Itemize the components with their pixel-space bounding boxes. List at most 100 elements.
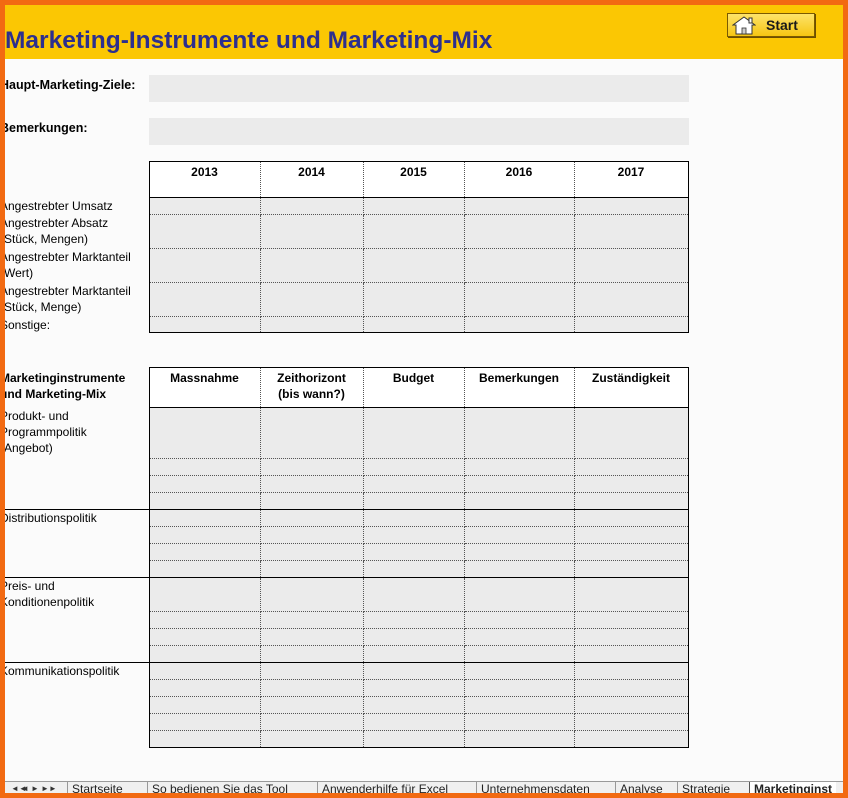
instrument-input-cell[interactable] xyxy=(362,713,465,731)
instrument-input-cell[interactable] xyxy=(148,577,261,612)
sheet-nav-arrow-4[interactable]: ►► xyxy=(41,784,57,793)
sheet-nav-arrow-3[interactable]: ► xyxy=(31,784,39,793)
instrument-input-cell[interactable] xyxy=(463,628,575,646)
target-input-cell[interactable] xyxy=(362,248,465,283)
instrument-input-cell[interactable] xyxy=(148,611,261,629)
instrument-input-cell[interactable] xyxy=(573,509,689,527)
instrument-input-cell[interactable] xyxy=(463,713,575,731)
instrument-input-cell[interactable] xyxy=(573,458,689,476)
instrument-input-cell[interactable] xyxy=(463,662,575,680)
instrument-input-cell[interactable] xyxy=(362,492,465,510)
target-input-cell[interactable] xyxy=(463,214,575,249)
instrument-input-cell[interactable] xyxy=(573,560,689,578)
target-input-cell[interactable] xyxy=(362,197,465,215)
instrument-input-cell[interactable] xyxy=(573,492,689,510)
instrument-input-cell[interactable] xyxy=(573,662,689,680)
instrument-input-cell[interactable] xyxy=(463,543,575,561)
instrument-input-cell[interactable] xyxy=(463,679,575,697)
target-input-cell[interactable] xyxy=(463,248,575,283)
instrument-input-cell[interactable] xyxy=(463,560,575,578)
instrument-input-cell[interactable] xyxy=(463,407,575,459)
instrument-input-cell[interactable] xyxy=(259,662,364,680)
instrument-input-cell[interactable] xyxy=(148,492,261,510)
instrument-input-cell[interactable] xyxy=(259,713,364,731)
sheet-tab-3[interactable]: Anwenderhilfe für Excel xyxy=(317,782,452,793)
sheet-tab-7[interactable]: Marketinginst xyxy=(749,782,837,793)
instrument-input-cell[interactable] xyxy=(573,543,689,561)
instrument-input-cell[interactable] xyxy=(362,577,465,612)
target-input-cell[interactable] xyxy=(259,214,364,249)
target-input-cell[interactable] xyxy=(573,248,689,283)
target-input-cell[interactable] xyxy=(148,316,261,333)
instrument-input-cell[interactable] xyxy=(148,730,261,748)
instrument-input-cell[interactable] xyxy=(148,458,261,476)
instrument-input-cell[interactable] xyxy=(148,560,261,578)
instrument-input-cell[interactable] xyxy=(362,730,465,748)
sheet-tab-2[interactable]: So bedienen Sie das Tool xyxy=(147,782,292,793)
target-input-cell[interactable] xyxy=(259,197,364,215)
instrument-input-cell[interactable] xyxy=(463,475,575,493)
instrument-input-cell[interactable] xyxy=(259,475,364,493)
instrument-input-cell[interactable] xyxy=(148,628,261,646)
instrument-input-cell[interactable] xyxy=(362,543,465,561)
sheet-tab-6[interactable]: Strategie xyxy=(677,782,734,793)
instrument-input-cell[interactable] xyxy=(259,696,364,714)
instrument-input-cell[interactable] xyxy=(259,645,364,663)
instrument-input-cell[interactable] xyxy=(259,577,364,612)
instrument-input-cell[interactable] xyxy=(362,679,465,697)
instrument-input-cell[interactable] xyxy=(362,407,465,459)
instrument-input-cell[interactable] xyxy=(573,526,689,544)
bemerkungen-input[interactable] xyxy=(149,118,689,145)
target-input-cell[interactable] xyxy=(573,316,689,333)
instrument-input-cell[interactable] xyxy=(148,526,261,544)
instrument-input-cell[interactable] xyxy=(573,713,689,731)
target-input-cell[interactable] xyxy=(573,197,689,215)
target-input-cell[interactable] xyxy=(362,316,465,333)
instrument-input-cell[interactable] xyxy=(463,458,575,476)
sheet-tab-4[interactable]: Unternehmensdaten xyxy=(476,782,594,793)
instrument-input-cell[interactable] xyxy=(463,492,575,510)
instrument-input-cell[interactable] xyxy=(148,543,261,561)
target-input-cell[interactable] xyxy=(148,248,261,283)
instrument-input-cell[interactable] xyxy=(463,730,575,748)
instrument-input-cell[interactable] xyxy=(148,645,261,663)
instrument-input-cell[interactable] xyxy=(362,628,465,646)
instrument-input-cell[interactable] xyxy=(573,696,689,714)
instrument-input-cell[interactable] xyxy=(573,645,689,663)
instrument-input-cell[interactable] xyxy=(362,458,465,476)
instrument-input-cell[interactable] xyxy=(573,679,689,697)
instrument-input-cell[interactable] xyxy=(362,645,465,663)
instrument-input-cell[interactable] xyxy=(148,509,261,527)
target-input-cell[interactable] xyxy=(573,282,689,317)
instrument-input-cell[interactable] xyxy=(463,577,575,612)
instrument-input-cell[interactable] xyxy=(148,696,261,714)
instrument-input-cell[interactable] xyxy=(148,407,261,459)
instrument-input-cell[interactable] xyxy=(573,730,689,748)
instrument-input-cell[interactable] xyxy=(463,526,575,544)
instrument-input-cell[interactable] xyxy=(362,662,465,680)
instrument-input-cell[interactable] xyxy=(259,509,364,527)
instrument-input-cell[interactable] xyxy=(463,696,575,714)
target-input-cell[interactable] xyxy=(362,214,465,249)
target-input-cell[interactable] xyxy=(463,316,575,333)
instrument-input-cell[interactable] xyxy=(259,611,364,629)
instrument-input-cell[interactable] xyxy=(362,475,465,493)
target-input-cell[interactable] xyxy=(573,214,689,249)
instrument-input-cell[interactable] xyxy=(573,407,689,459)
instrument-input-cell[interactable] xyxy=(148,679,261,697)
instrument-input-cell[interactable] xyxy=(362,696,465,714)
target-input-cell[interactable] xyxy=(148,282,261,317)
instrument-input-cell[interactable] xyxy=(259,543,364,561)
instrument-input-cell[interactable] xyxy=(148,713,261,731)
instrument-input-cell[interactable] xyxy=(362,509,465,527)
ziele-input[interactable] xyxy=(149,75,689,102)
instrument-input-cell[interactable] xyxy=(148,475,261,493)
instrument-input-cell[interactable] xyxy=(259,679,364,697)
target-input-cell[interactable] xyxy=(148,214,261,249)
instrument-input-cell[interactable] xyxy=(259,492,364,510)
target-input-cell[interactable] xyxy=(259,282,364,317)
sheet-tab-1[interactable]: Startseite xyxy=(67,782,127,793)
instrument-input-cell[interactable] xyxy=(259,407,364,459)
instrument-input-cell[interactable] xyxy=(463,645,575,663)
instrument-input-cell[interactable] xyxy=(573,611,689,629)
